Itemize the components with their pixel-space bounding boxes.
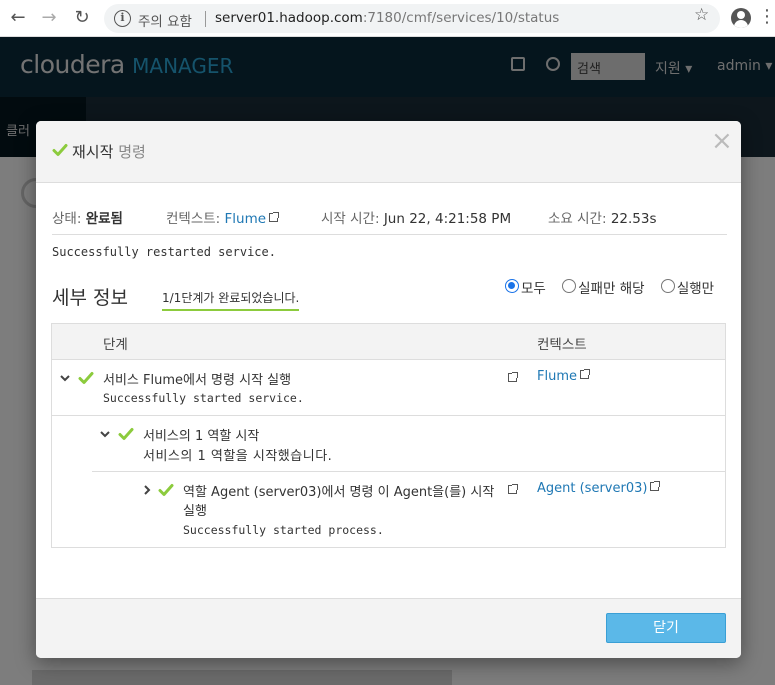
- context-link-text: Flume: [537, 369, 577, 384]
- divider: [52, 234, 727, 235]
- success-check-icon: [52, 144, 68, 156]
- success-check-icon: [118, 428, 134, 440]
- chevron-down-icon[interactable]: [60, 373, 70, 383]
- step-title-continued: 실행: [183, 504, 207, 519]
- context-link[interactable]: Agent (server03): [537, 481, 661, 496]
- address-bar[interactable]: i 주의 요함 server01.hadoop.com:7180/cmf/ser…: [104, 4, 720, 33]
- modal-title-sub: 명령: [118, 143, 146, 161]
- step-message: 서비스의 1 역할을 시작했습니다.: [143, 449, 333, 464]
- address-divider: [205, 11, 206, 27]
- url-text[interactable]: server01.hadoop.com:7180/cmf/services/10…: [215, 10, 559, 26]
- context-link-text: Agent (server03): [537, 481, 648, 496]
- filter-running-radio[interactable]: 실행만: [660, 277, 714, 297]
- duration-label: 소요 시간:: [548, 211, 607, 227]
- step-message: Successfully started service.: [103, 391, 304, 405]
- browser-toolbar: ← → ↻ i 주의 요함 server01.hadoop.com:7180/c…: [0, 0, 775, 37]
- chevron-down-icon[interactable]: [100, 429, 110, 439]
- table-row: 서비스의 1 역할 시작 서비스의 1 역할을 시작했습니다.: [92, 416, 725, 472]
- filter-all-radio[interactable]: 모두: [505, 277, 546, 297]
- modal-title: 재시작 명령: [72, 141, 146, 162]
- external-link-icon[interactable]: [650, 481, 661, 491]
- start-time-label: 시작 시간:: [321, 211, 380, 227]
- context-field: 컨텍스트: Flume: [166, 207, 280, 227]
- column-header-context: 컨텍스트: [537, 337, 587, 353]
- success-check-icon: [158, 484, 174, 496]
- browser-menu-icon[interactable]: ⋮: [758, 6, 775, 28]
- external-link-icon[interactable]: [269, 212, 280, 222]
- step-title: 서비스 Flume에서 명령 시작 실행: [103, 373, 292, 388]
- info-icon[interactable]: i: [114, 10, 131, 27]
- close-icon[interactable]: ×: [711, 127, 733, 155]
- step-filter-radios: 모두 실패만 해당 실행만: [505, 277, 726, 297]
- security-label[interactable]: 주의 요함: [138, 10, 192, 30]
- context-link[interactable]: Flume: [225, 211, 267, 227]
- table-row: 역할 Agent (server03)에서 명령 이 Agent을(를) 시작 …: [132, 472, 725, 547]
- account-icon[interactable]: [731, 8, 751, 28]
- result-message: Successfully restarted service.: [52, 245, 276, 259]
- table-row: 서비스 Flume에서 명령 시작 실행 Successfully starte…: [52, 360, 725, 416]
- external-link-icon[interactable]: [508, 372, 518, 382]
- step-title: 역할 Agent (server03)에서 명령 이 Agent을(를) 시작: [183, 485, 495, 500]
- reload-icon[interactable]: ↻: [71, 7, 93, 29]
- status-value: 완료됨: [85, 211, 123, 227]
- status-field: 상태: 완료됨: [52, 207, 123, 227]
- forward-arrow-icon[interactable]: →: [38, 7, 60, 29]
- status-label: 상태:: [52, 211, 82, 227]
- url-path: :7180/cmf/services/10/status: [362, 10, 560, 26]
- url-host: server01.hadoop.com: [215, 10, 363, 26]
- chevron-right-icon[interactable]: [142, 485, 152, 495]
- steps-table: 단계 컨텍스트 서비스 Flume에서 명령 시작 실행 Successfull…: [51, 323, 726, 548]
- steps-progress: 1/1단계가 완료되었습니다.: [162, 289, 300, 311]
- step-message: Successfully started process.: [183, 523, 384, 537]
- duration-field: 소요 시간: 22.53s: [548, 207, 657, 227]
- restart-command-modal: 재시작 명령 × 상태: 완료됨 컨텍스트: Flume 시작 시간: Jun …: [36, 121, 741, 658]
- context-label: 컨텍스트:: [166, 211, 221, 227]
- context-link[interactable]: Flume: [537, 369, 590, 384]
- column-header-step: 단계: [103, 337, 128, 353]
- filter-failed-radio[interactable]: 실패만 해당: [562, 277, 645, 297]
- bookmark-star-icon[interactable]: ☆: [694, 6, 709, 24]
- start-time-value: Jun 22, 4:21:58 PM: [383, 211, 512, 227]
- table-header: 단계 컨텍스트: [52, 324, 725, 360]
- success-check-icon: [78, 372, 94, 384]
- details-heading: 세부 정보: [52, 287, 128, 309]
- modal-header: 재시작 명령 ×: [36, 121, 741, 183]
- back-arrow-icon[interactable]: ←: [7, 7, 29, 29]
- step-title: 서비스의 1 역할 시작: [143, 429, 260, 444]
- modal-title-main: 재시작: [72, 143, 114, 161]
- modal-footer: 닫기: [36, 598, 741, 658]
- start-time-field: 시작 시간: Jun 22, 4:21:58 PM: [321, 207, 511, 227]
- external-link-icon[interactable]: [508, 484, 518, 494]
- close-button[interactable]: 닫기: [606, 613, 726, 643]
- external-link-icon[interactable]: [580, 369, 590, 379]
- duration-value: 22.53s: [610, 211, 657, 227]
